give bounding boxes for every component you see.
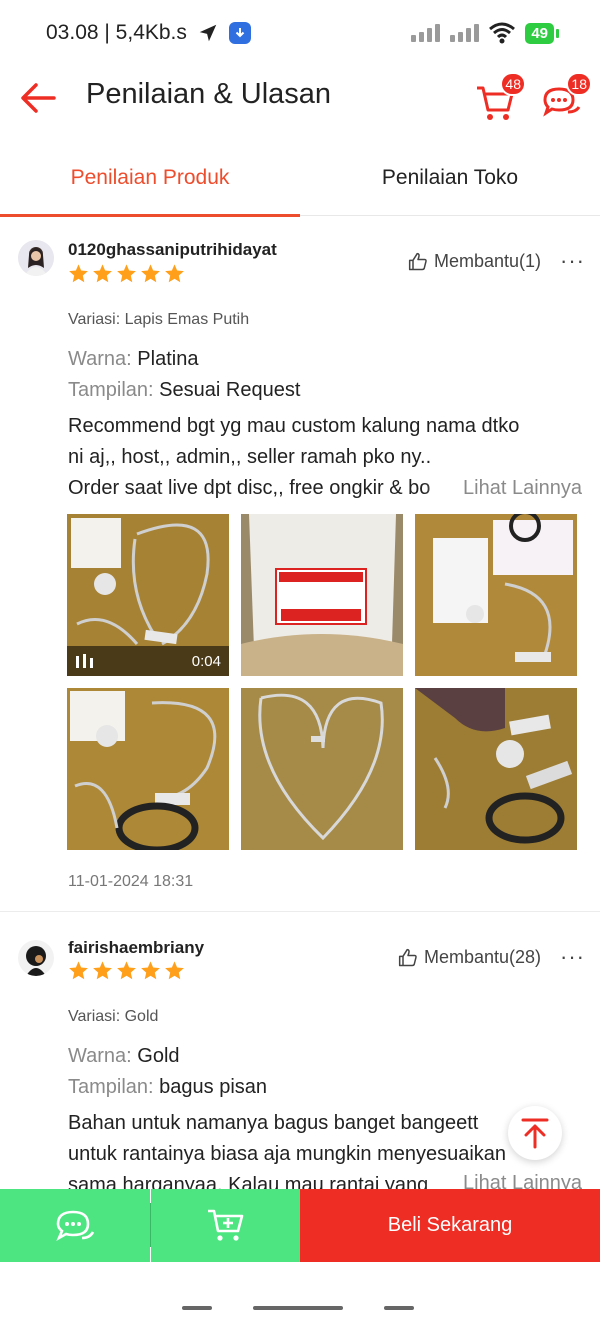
video-bars-icon [76,654,93,668]
thumbs-up-icon [398,948,417,966]
review-attr-look: Tampilan: bagus pisan [68,1076,267,1099]
review-photo[interactable] [67,688,229,850]
attr-value: Sesuai Request [159,379,301,401]
avatar[interactable] [18,940,54,976]
cart-button[interactable]: 48 [474,72,526,124]
chat-badge: 18 [566,72,592,96]
star-icon [117,961,136,980]
nav-back-button[interactable] [384,1306,414,1310]
chat-button[interactable]: 18 [540,72,592,124]
header: Penilaian & Ulasan 48 18 [0,66,600,130]
attr-value: Platina [137,348,199,370]
see-more-link[interactable]: Lihat Lainnya [423,477,582,500]
thumbs-up-icon [408,252,427,270]
page-title: Penilaian & Ulasan [86,78,332,110]
download-icon [228,22,251,44]
review-item: 0120ghassaniputrihidayat Membantu(1) ···… [0,216,600,911]
star-icon [69,264,88,283]
arrow-left-icon [21,83,56,113]
review-photo[interactable] [241,688,403,850]
location-arrow-icon [199,24,217,42]
star-icon [93,264,112,283]
tab-bar: Penilaian Produk Penilaian Toko [0,140,600,217]
review-photo[interactable] [241,514,403,676]
more-options-button[interactable]: ··· [560,248,585,274]
video-bar: 0:04 [67,646,229,676]
bottom-action-bar: Beli Sekarang [0,1189,600,1262]
more-options-button[interactable]: ··· [560,944,585,970]
review-username: 0120ghassaniputrihidayat [68,240,277,259]
video-duration: 0:04 [191,652,221,670]
star-rating [68,960,185,981]
review-attr-look: Tampilan: Sesuai Request [68,379,300,402]
review-variant: Variasi: Lapis Emas Putih [68,311,250,328]
star-icon [141,961,160,980]
star-rating [68,263,185,284]
helpful-count: Membantu(1) [434,251,542,271]
review-video[interactable]: 0:04 [67,514,229,676]
star-icon [165,961,184,980]
add-cart-icon [207,1209,243,1241]
star-icon [141,264,160,283]
attr-value: Gold [137,1045,180,1067]
attr-key: Tampilan: [68,1076,154,1098]
review-line: Recommend bgt yg mau custom kalung nama … [68,415,520,437]
chat-seller-button[interactable] [0,1189,150,1262]
chat-icon [56,1210,95,1241]
system-nav-bar [0,1262,600,1334]
avatar[interactable] [18,240,54,276]
status-time: 03.08 | 5,4Kb.s [46,21,187,44]
attr-key: Warna: [68,1045,132,1067]
wifi-icon [489,22,516,44]
review-username: fairishaembriany [68,938,205,957]
helpful-button[interactable]: Membantu(28) [398,947,541,968]
star-icon [69,961,88,980]
review-timestamp: 11-01-2024 18:31 [68,873,194,890]
status-bar: 03.08 | 5,4Kb.s 49 [0,0,600,66]
battery-indicator: 49 [525,22,559,44]
nav-home-button[interactable] [253,1306,343,1310]
cart-badge: 48 [500,72,526,96]
add-to-cart-button[interactable] [151,1189,300,1262]
attr-key: Warna: [68,348,132,370]
attr-value: bagus pisan [159,1076,268,1098]
review-item: fairishaembriany Membantu(28) ··· Varias… [0,912,600,1189]
review-attr-color: Warna: Platina [68,348,198,371]
scroll-to-top-button[interactable] [508,1106,562,1160]
review-photo[interactable] [415,514,577,676]
star-icon [117,264,136,283]
helpful-count: Membantu(28) [424,947,542,967]
signal-icon [411,24,441,42]
tab-penilaian-toko[interactable]: Penilaian Toko [300,140,600,216]
tab-penilaian-produk[interactable]: Penilaian Produk [0,140,300,217]
helpful-button[interactable]: Membantu(1) [408,251,541,272]
arrow-up-icon [521,1118,549,1149]
attr-key: Tampilan: [68,379,154,401]
review-variant: Variasi: Gold [68,1008,159,1025]
review-attr-color: Warna: Gold [68,1045,180,1068]
buy-now-button[interactable]: Beli Sekarang [300,1189,600,1262]
review-photo[interactable] [415,688,577,850]
nav-recent-button[interactable] [182,1306,212,1310]
see-more-link[interactable]: Lihat Lainnya [423,1172,582,1189]
signal-icon-2 [450,24,480,42]
review-line: ni aj,, host,, admin,, seller ramah pko … [68,446,432,468]
star-icon [93,961,112,980]
star-icon [165,264,184,283]
back-button[interactable] [18,78,58,118]
